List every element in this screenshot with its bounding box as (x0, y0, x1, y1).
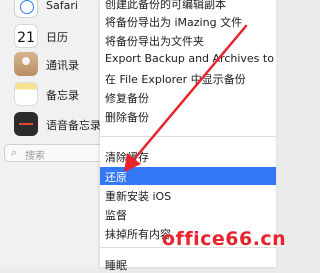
menu-item-sleep[interactable]: 睡眠 (100, 255, 276, 273)
sidebar-item-voice-memos[interactable]: 语音备忘录 (0, 112, 110, 142)
menu-item-clear-cache[interactable]: 清除缓存 (100, 147, 276, 165)
menu-item-reinstall-ios[interactable]: 重新安装 iOS (100, 186, 276, 204)
sidebar-item-label: 备忘录 (46, 89, 79, 102)
sidebar-item-notes[interactable]: 备忘录 (0, 82, 110, 112)
sidebar-item-safari[interactable]: Safari (0, 0, 110, 24)
menu-item-restore[interactable]: 还原 (100, 167, 276, 185)
sidebar-item-label: 通讯录 (46, 59, 79, 72)
notes-icon (14, 82, 38, 106)
menu-item-create-editable-copy[interactable]: 创建此备份的可编辑副本 (100, 0, 276, 12)
safari-icon (14, 0, 38, 18)
contacts-icon (14, 52, 38, 76)
search-placeholder: 搜索 (25, 151, 45, 162)
sidebar-item-contacts[interactable]: 通讯录 (0, 52, 110, 82)
voice-memos-icon (14, 112, 38, 136)
menu-item-delete-backup[interactable]: 删除备份 (100, 107, 276, 125)
sidebar: Safari 21 日历 通讯录 备忘录 语音备忘录 ⌕ 搜索 (0, 0, 110, 267)
menu-divider (100, 136, 276, 137)
menu-item-export-imazing-file[interactable]: 将备份导出为 iMazing 文件 (100, 12, 276, 30)
context-menu: 创建此备份的可编辑副本 将备份导出为 iMazing 文件 将备份导出为文件夹 … (100, 0, 276, 272)
search-input[interactable]: ⌕ 搜索 (4, 144, 104, 162)
sidebar-item-calendar[interactable]: 21 日历 (0, 24, 110, 54)
search-icon: ⌕ (11, 146, 18, 159)
calendar-icon: 21 (14, 24, 38, 48)
menu-item-export-archives[interactable]: Export Backup and Archives to (100, 50, 276, 68)
sidebar-item-label: 语音备忘录 (46, 119, 101, 132)
watermark: office66.cn (162, 228, 287, 250)
menu-item-supervise[interactable]: 监督 (100, 205, 276, 223)
menu-item-export-folder[interactable]: 将备份导出为文件夹 (100, 31, 276, 49)
calendar-day-number: 21 (17, 30, 35, 46)
sidebar-item-label: Safari (46, 0, 78, 12)
sidebar-item-label: 日历 (46, 31, 68, 44)
menu-item-repair-backup[interactable]: 修复备份 (100, 88, 276, 106)
menu-item-show-in-file-explorer[interactable]: 在 File Explorer 中显示备份 (100, 69, 276, 87)
